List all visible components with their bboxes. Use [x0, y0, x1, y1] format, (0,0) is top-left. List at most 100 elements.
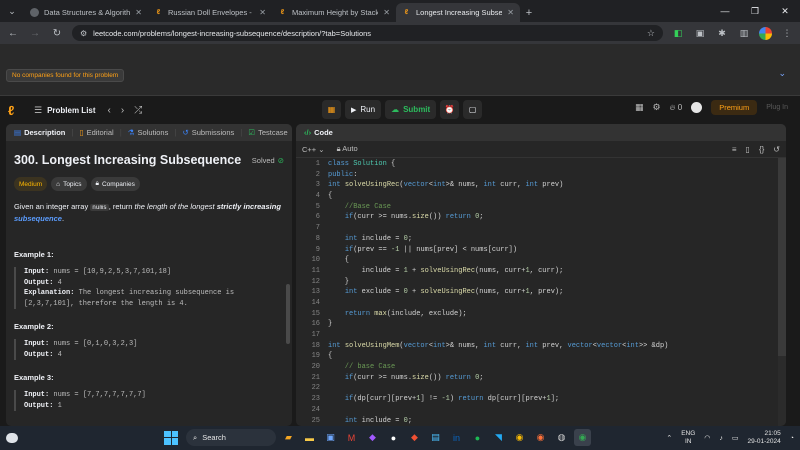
reload-icon[interactable]: ↻ — [50, 28, 64, 39]
file-explorer-icon[interactable]: ▬ — [301, 429, 318, 446]
battery-icon[interactable]: ▭ — [732, 434, 739, 442]
reset-code-icon[interactable]: ↺ — [773, 145, 780, 154]
problem-list-button[interactable]: ☰ Problem List — [34, 105, 96, 116]
code-line[interactable]: 22 — [296, 384, 786, 395]
widgets-icon[interactable]: ▰ — [280, 429, 297, 446]
forward-icon[interactable]: → — [28, 28, 42, 39]
gmail-icon[interactable]: M — [343, 429, 360, 446]
tab-description[interactable]: ▤ Description — [10, 128, 69, 137]
chevron-down-icon[interactable]: ⌄ — [778, 68, 786, 79]
code-line[interactable]: 5 //Base Case — [296, 203, 786, 214]
github-icon[interactable]: ● — [385, 429, 402, 446]
notes-button[interactable]: ▢ — [463, 100, 483, 119]
language-indicator[interactable]: ENG IN — [681, 430, 695, 447]
site-info-icon[interactable]: ⚙ — [80, 29, 87, 38]
code-line[interactable]: 2 public: — [296, 171, 786, 182]
taskbar-search[interactable]: ⌕ Search — [186, 429, 276, 446]
subsequence-link[interactable]: subsequence — [14, 214, 62, 223]
settings-gear-icon[interactable]: ⚙ — [653, 102, 661, 113]
code-line[interactable]: 15 return max(include, exclude); — [296, 310, 786, 321]
side-panel-icon[interactable]: ▥ — [737, 26, 751, 40]
store-icon[interactable]: ▣ — [322, 429, 339, 446]
tab-solutions[interactable]: ⚗ Solutions — [124, 128, 173, 137]
tab-testcase[interactable]: ☑ Testcase — [244, 128, 291, 137]
code-line[interactable]: 12 } — [296, 278, 786, 289]
companies-chip[interactable]: 🔒︎ Companies — [90, 177, 140, 191]
code-line[interactable]: 14 — [296, 299, 786, 310]
code-line[interactable]: 9 if(prev == -1 || nums[prev] < nums[cur… — [296, 246, 786, 257]
close-tab-icon[interactable]: ✕ — [135, 8, 142, 17]
wifi-icon[interactable]: ◠ — [704, 434, 710, 442]
braces-icon[interactable]: {} — [759, 145, 764, 154]
git-icon[interactable]: ◆ — [406, 429, 423, 446]
code-line[interactable]: 17 — [296, 331, 786, 342]
code-line[interactable]: 18 int solveUsingMem(vector<int>& nums, i… — [296, 342, 786, 353]
tab-submissions[interactable]: ↺ Submissions — [178, 128, 238, 137]
weather-widget[interactable] — [0, 426, 24, 450]
code-line[interactable]: 20 // base Case — [296, 363, 786, 374]
tab-search-icon[interactable]: ⌄ — [0, 0, 24, 22]
code-line[interactable]: 3 int solveUsingRec(vector<int>& nums, in… — [296, 181, 786, 192]
app-icon[interactable]: ◆ — [364, 429, 381, 446]
code-line[interactable]: 4{ — [296, 192, 786, 203]
code-line[interactable]: 11 include = 1 + solveUsingRec(nums, cur… — [296, 267, 786, 278]
user-avatar[interactable] — [691, 102, 703, 113]
chevron-up-icon[interactable]: ⌃ — [666, 434, 672, 442]
chrome-icon[interactable]: ◉ — [511, 429, 528, 446]
bookmark-icon[interactable]: ▯ — [746, 145, 750, 154]
premium-button[interactable]: Premium — [711, 100, 758, 115]
firefox-icon[interactable]: ◉ — [532, 429, 549, 446]
url-field[interactable]: ⚙ leetcode.com/problems/longest-increasi… — [72, 25, 663, 41]
browser-tab-1[interactable]: Data Structures & Algorithms M ✕ — [24, 3, 148, 22]
new-tab-icon[interactable]: + — [520, 3, 538, 22]
close-tab-icon[interactable]: ✕ — [383, 8, 390, 17]
editor-scrollbar[interactable] — [778, 158, 786, 356]
browser-tab-4[interactable]: ℓ Longest Increasing Subsequenc ✕ — [396, 3, 520, 22]
extensions-puzzle-icon[interactable]: ✱ — [715, 26, 729, 40]
volume-icon[interactable]: ♪ — [719, 435, 723, 442]
debug-button[interactable]: ▦ — [322, 100, 341, 119]
browser-tab-2[interactable]: ℓ Russian Doll Envelopes - LeetC ✕ — [148, 3, 272, 22]
timer-button[interactable]: ⏰ — [440, 100, 460, 119]
browser-tab-3[interactable]: ℓ Maximum Height by Stacking C ✕ — [272, 3, 396, 22]
photos-icon[interactable]: ▤ — [427, 429, 444, 446]
linkedin-icon[interactable]: in — [448, 429, 465, 446]
code-line[interactable]: 21 if(curr >= nums.size()) return 0; — [296, 374, 786, 385]
close-window-icon[interactable]: ✕ — [770, 0, 800, 22]
code-line[interactable]: 25 int include = 0; — [296, 417, 786, 427]
extension-icon[interactable]: ▣ — [693, 26, 707, 40]
code-line[interactable]: 19 { — [296, 352, 786, 363]
format-code-icon[interactable]: ≡ — [732, 145, 737, 154]
notification-bell-icon[interactable]: ◔ — [790, 435, 794, 442]
extension-icon[interactable]: ◧ — [671, 26, 685, 40]
next-problem-icon[interactable]: › — [121, 105, 124, 116]
problem-title[interactable]: 300. Longest Increasing Subsequence — [14, 153, 241, 167]
leetcode-logo-icon[interactable]: ℓ — [8, 103, 26, 118]
random-problem-icon[interactable]: ⤮ — [134, 105, 142, 116]
submit-button[interactable]: ☁ Submit — [385, 100, 437, 119]
code-line[interactable]: 13 int exclude = 0 + solveUsingRec(nums,… — [296, 288, 786, 299]
code-line[interactable]: 1 class Solution { — [296, 160, 786, 171]
code-line[interactable]: 24 — [296, 406, 786, 417]
previous-problem-icon[interactable]: ‹ — [108, 105, 111, 116]
start-windows-icon[interactable] — [164, 430, 178, 445]
description-scrollbar[interactable] — [286, 284, 290, 344]
tab-code[interactable]: ‹/› Code — [300, 128, 337, 137]
code-line[interactable]: 8 int include = 0; — [296, 235, 786, 246]
vscode-icon[interactable]: ◥ — [490, 429, 507, 446]
app-icon[interactable]: ◍ — [553, 429, 570, 446]
code-line[interactable]: 7 — [296, 224, 786, 235]
code-line[interactable]: 10 { — [296, 256, 786, 267]
close-tab-icon[interactable]: ✕ — [259, 8, 266, 17]
spotify-icon[interactable]: ● — [469, 429, 486, 446]
code-editor[interactable]: 1 class Solution {2 public: 3 int solveUsing… — [296, 158, 786, 426]
bookmark-star-icon[interactable]: ☆ — [647, 28, 655, 39]
code-line[interactable]: 6 if(curr >= nums.size()) return 0; — [296, 213, 786, 224]
streak-counter[interactable]: 🔥︎ 0 — [670, 103, 683, 113]
language-select[interactable]: C++ ⌄ — [302, 145, 325, 154]
restore-icon[interactable]: ❐ — [740, 0, 770, 22]
minimize-icon[interactable]: — — [710, 0, 740, 22]
clock[interactable]: 21:05 29-01-2024 — [748, 430, 781, 447]
run-button[interactable]: ▶ Run — [345, 100, 382, 119]
layout-grid-icon[interactable]: ▦ — [635, 102, 644, 113]
